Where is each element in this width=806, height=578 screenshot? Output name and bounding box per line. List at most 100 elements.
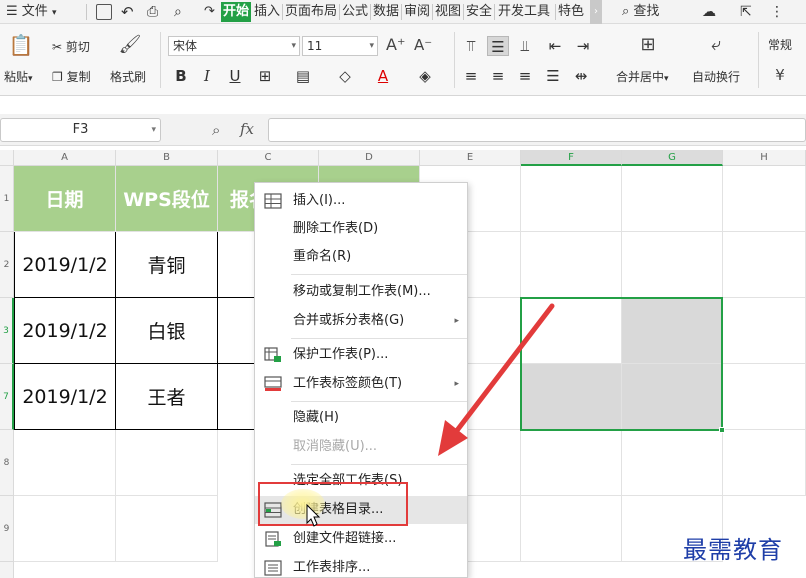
table-cell[interactable]: [116, 430, 218, 496]
table-cell[interactable]: 2019/1/2: [14, 232, 116, 298]
table-cell[interactable]: [723, 232, 806, 298]
name-box[interactable]: F3 ▾: [0, 118, 161, 142]
table-cell[interactable]: 2019/1/2: [14, 298, 116, 364]
print-icon[interactable]: ⎙: [147, 0, 158, 24]
more-menu-icon[interactable]: ⋮: [770, 0, 784, 24]
formula-input[interactable]: [268, 118, 806, 142]
border-icon[interactable]: ⊞: [254, 66, 276, 86]
table-cell[interactable]: 王者: [116, 364, 218, 430]
table-cell[interactable]: [521, 166, 622, 232]
column-header[interactable]: A: [14, 150, 116, 166]
tabs-scroll-right-icon[interactable]: ›: [590, 0, 602, 24]
clear-format-icon[interactable]: ◈: [414, 66, 436, 86]
tab-formula[interactable]: 公式: [342, 0, 368, 24]
table-cell[interactable]: 青铜: [116, 232, 218, 298]
table-cell[interactable]: [622, 232, 723, 298]
row-header[interactable]: 9: [0, 496, 14, 562]
tab-insert[interactable]: 插入: [254, 0, 280, 24]
menu-item-protect-sheet[interactable]: 保护工作表(P)...: [255, 341, 467, 369]
table-cell[interactable]: [521, 496, 622, 562]
table-cell[interactable]: [622, 166, 723, 232]
align-right-icon[interactable]: ≡: [514, 66, 536, 86]
table-cell[interactable]: [14, 496, 116, 562]
row-header[interactable]: 3: [0, 298, 14, 364]
currency-icon[interactable]: ¥: [768, 66, 792, 84]
row-header[interactable]: 1: [0, 166, 14, 232]
column-header[interactable]: B: [116, 150, 218, 166]
align-bottom-icon[interactable]: ⫫: [514, 36, 536, 56]
tab-view[interactable]: 视图: [435, 0, 461, 24]
distributed-icon[interactable]: ⇹: [570, 66, 592, 86]
copy-button[interactable]: ❐ 复制: [52, 68, 91, 85]
tab-developer[interactable]: 开发工具: [498, 0, 550, 24]
table-cell[interactable]: 白银: [116, 298, 218, 364]
menu-item-rename[interactable]: 重命名(R): [255, 243, 467, 271]
column-header[interactable]: G: [622, 150, 723, 166]
font-name-select[interactable]: 宋体 ▾: [168, 36, 300, 56]
align-center-icon[interactable]: ≡: [487, 66, 509, 86]
increase-font-icon[interactable]: A⁺: [386, 36, 405, 54]
font-color-icon[interactable]: A: [372, 66, 394, 86]
menu-item-merge-split[interactable]: 合并或拆分表格(G) ▸: [255, 307, 467, 335]
fill-color-icon[interactable]: ◇: [334, 66, 356, 86]
menu-item-delete-sheet[interactable]: 删除工作表(D): [255, 215, 467, 243]
redo-icon[interactable]: ↷: [204, 0, 215, 24]
search-button[interactable]: ⌕ 查找: [622, 0, 659, 24]
fx-icon[interactable]: fx: [240, 120, 254, 138]
table-header-cell[interactable]: WPS段位: [116, 166, 218, 232]
table-header-cell[interactable]: 日期: [14, 166, 116, 232]
align-middle-icon[interactable]: ☰: [487, 36, 509, 56]
column-header[interactable]: C: [218, 150, 319, 166]
paste-button[interactable]: 粘贴▾: [4, 68, 33, 85]
tab-review[interactable]: 审阅: [404, 0, 430, 24]
font-size-select[interactable]: 11 ▾: [302, 36, 378, 56]
merge-center-icon[interactable]: ⊞: [636, 36, 660, 60]
table-cell[interactable]: [622, 430, 723, 496]
table-cell[interactable]: [723, 166, 806, 232]
row-header[interactable]: 7: [0, 364, 14, 430]
format-painter-icon[interactable]: 🖌: [118, 36, 142, 60]
table-cell[interactable]: [723, 430, 806, 496]
column-header[interactable]: D: [319, 150, 420, 166]
tab-home[interactable]: 开始: [221, 2, 252, 22]
underline-button[interactable]: U: [224, 66, 246, 86]
tab-security[interactable]: 安全: [466, 0, 492, 24]
column-header[interactable]: F: [521, 150, 622, 166]
row-header[interactable]: 2: [0, 232, 14, 298]
share-icon[interactable]: ⇱: [740, 0, 752, 24]
wrap-text-icon[interactable]: ⤶: [704, 36, 728, 60]
italic-button[interactable]: I: [196, 66, 218, 86]
menu-item-hide[interactable]: 隐藏(H): [255, 404, 467, 432]
print-preview-icon[interactable]: ⌕: [174, 0, 182, 24]
tab-page-layout[interactable]: 页面布局: [285, 0, 337, 24]
table-cell[interactable]: [14, 430, 116, 496]
align-left-icon[interactable]: ≡: [460, 66, 482, 86]
format-painter-button[interactable]: 格式刷: [110, 68, 146, 85]
justify-icon[interactable]: ☰: [542, 66, 564, 86]
fill-handle[interactable]: [719, 427, 725, 433]
paste-icon[interactable]: 📋: [8, 35, 34, 62]
wrap-text-button[interactable]: 自动换行: [692, 68, 740, 85]
bold-button[interactable]: B: [170, 66, 192, 86]
table-cell[interactable]: [521, 232, 622, 298]
cloud-sync-icon[interactable]: ☁: [702, 0, 716, 24]
save-icon[interactable]: [96, 4, 112, 20]
cut-button[interactable]: ✂ 剪切: [52, 38, 90, 55]
menu-item-create-file-hyperlink[interactable]: 创建文件超链接...: [255, 525, 467, 553]
table-cell[interactable]: [521, 430, 622, 496]
table-cell[interactable]: [116, 496, 218, 562]
tab-featured[interactable]: 特色: [558, 0, 584, 24]
table-cell[interactable]: [723, 298, 806, 364]
increase-indent-icon[interactable]: ⇥: [572, 36, 594, 56]
select-all-corner[interactable]: [0, 150, 14, 166]
menu-item-tab-color[interactable]: 工作表标签颜色(T) ▸: [255, 370, 467, 398]
file-menu[interactable]: ☰ 文件 ▾: [6, 0, 56, 24]
cell-style-icon[interactable]: ▤: [292, 66, 314, 86]
row-header[interactable]: 8: [0, 430, 14, 496]
undo-icon[interactable]: ↶: [121, 0, 134, 24]
decrease-indent-icon[interactable]: ⇤: [544, 36, 566, 56]
merge-center-button[interactable]: 合并居中▾: [616, 68, 669, 85]
table-cell[interactable]: [723, 364, 806, 430]
zoom-search-icon[interactable]: ⌕: [212, 121, 220, 139]
table-cell[interactable]: 2019/1/2: [14, 364, 116, 430]
